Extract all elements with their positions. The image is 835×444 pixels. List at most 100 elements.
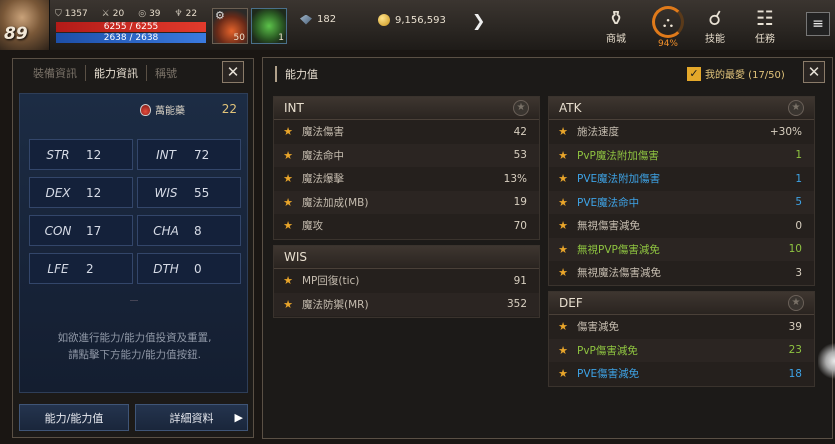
backpack-icon: ⛬ <box>652 6 684 38</box>
hud-stat-1: ⛉ 1357 <box>55 9 88 19</box>
stat-row: ★ 無視PVP傷害減免 10 <box>549 237 814 261</box>
hud-stat-4: ♆ 22 <box>174 9 198 19</box>
inventory-button[interactable]: ⛬ 94% <box>645 6 691 49</box>
tab-title[interactable]: 稱號 <box>146 64 185 81</box>
details-button[interactable]: 詳細資料 ▶ <box>135 404 248 431</box>
close-right-panel-button[interactable]: ✕ <box>803 61 825 83</box>
inventory-percent: 94% <box>657 39 678 49</box>
favorites-toggle[interactable]: ✓ 我的最愛 (17/50) <box>687 66 785 81</box>
mp-bar: 2638 / 2638 <box>56 33 206 43</box>
stat-con: CON 17 <box>29 215 133 246</box>
chevron-right-icon[interactable]: ❯ <box>472 11 485 30</box>
sword-icon: ⚔ <box>101 9 110 19</box>
star-icon[interactable]: ★ <box>549 149 577 162</box>
tab-ability-info[interactable]: 能力資訊 <box>85 64 146 81</box>
gem-currency: 182 <box>300 14 336 25</box>
hud-stat-2: ⚔ 20 <box>101 9 125 19</box>
stat-row: ★ 傷害減免 39 <box>549 315 814 339</box>
trophy-icon: ♆ <box>174 9 183 19</box>
hud-stat-3: ◎ 39 <box>138 9 161 19</box>
stat-row: ★ MP回復(tic) 91 <box>274 269 539 293</box>
scroll-icon: ☷ <box>756 6 774 30</box>
gold-currency: 9,156,593 <box>378 14 446 26</box>
hamburger-menu-icon[interactable]: ≡ <box>806 12 830 36</box>
hp-bar: 6255 / 6255 <box>56 22 206 32</box>
star-icon[interactable]: ★ <box>513 100 529 116</box>
stat-box: 萬能藥 22 STR 12 INT 72 DEX 12 WIS 55 CON 17 CHA… <box>19 93 248 393</box>
stat-row: ★ 魔攻 70 <box>274 214 539 238</box>
tab-equipment-info[interactable]: 裝備資訊 <box>13 65 85 81</box>
hud-stats: ⛉ 1357 ⚔ 20 ◎ 39 ♆ 22 <box>55 9 197 19</box>
section-header: WIS <box>274 246 539 269</box>
stat-int: INT 72 <box>137 139 241 170</box>
shop-button[interactable]: ⚱ 商城 <box>593 6 639 45</box>
gem-icon <box>300 14 312 25</box>
star-icon[interactable]: ★ <box>549 219 577 232</box>
star-icon[interactable]: ★ <box>274 125 302 138</box>
star-icon[interactable]: ★ <box>274 149 302 162</box>
stat-row: ★ 魔法防禦(MR) 352 <box>274 292 539 316</box>
star-icon[interactable]: ★ <box>274 298 302 311</box>
checkbox-icon[interactable]: ✓ <box>687 66 701 81</box>
star-icon[interactable]: ★ <box>788 100 804 116</box>
star-icon[interactable]: ★ <box>788 295 804 311</box>
stat-row: ★ PVE魔法命中 5 <box>549 190 814 214</box>
stat-row: ★ PvP魔法附加傷害 1 <box>549 143 814 167</box>
section-header: ATK ★ <box>549 97 814 120</box>
def-section: DEF ★ ★ 傷害減免 39 ★ PvP傷害減免 23 ★ PVE傷害減免 18 <box>548 291 815 387</box>
side-tab-handle[interactable] <box>818 336 835 386</box>
gear-icon[interactable]: ⚙ <box>215 9 225 22</box>
flask-icon <box>140 103 151 116</box>
character-info-panel: 裝備資訊 能力資訊 稱號 萬能藥 22 STR 12 INT 72 DEX 12 WI… <box>12 58 254 438</box>
coin-icon <box>378 14 390 26</box>
star-icon[interactable]: ★ <box>549 243 577 256</box>
play-arrow-icon: ▶ <box>234 411 243 424</box>
slot-count: 50 <box>233 33 245 43</box>
slot-count: 1 <box>278 33 284 43</box>
star-icon[interactable]: ★ <box>549 367 577 380</box>
star-icon[interactable]: ★ <box>274 219 302 232</box>
star-icon[interactable]: ★ <box>274 196 302 209</box>
close-left-panel-button[interactable]: ✕ <box>222 61 244 83</box>
panel-title: 能力值 <box>275 66 318 82</box>
stat-row: ★ PVE魔法附加傷害 1 <box>549 167 814 191</box>
potion-quick-slot[interactable]: ⚙ 50 <box>212 8 248 44</box>
star-icon[interactable]: ★ <box>274 274 302 287</box>
atk-section: ATK ★ ★ 施法速度 +30% ★ PvP魔法附加傷害 1 ★ PVE魔法附加傷害 1 … <box>548 96 815 286</box>
star-icon[interactable]: ★ <box>549 196 577 209</box>
elixir-label: 萬能藥 <box>140 102 185 117</box>
stat-lfe: LFE 2 <box>29 253 133 284</box>
stat-row: ★ 魔法加成(MB) 19 <box>274 190 539 214</box>
star-icon[interactable]: ★ <box>549 266 577 279</box>
herb-quick-slot[interactable]: 1 <box>251 8 287 44</box>
stat-dth: DTH 0 <box>137 253 241 284</box>
stat-row: ★ 無視魔法傷害減免 3 <box>549 261 814 285</box>
stat-cha: CHA 8 <box>137 215 241 246</box>
top-hud: 89 ⛉ 1357 ⚔ 20 ◎ 39 ♆ 22 6255 / 6255 2638 / … <box>0 0 835 50</box>
star-icon[interactable]: ★ <box>549 320 577 333</box>
stat-row: ★ PVE傷害減免 18 <box>549 362 814 386</box>
stat-row: ★ 魔法命中 53 <box>274 143 539 167</box>
stat-row: ★ 魔法爆擊 13% <box>274 167 539 191</box>
star-icon[interactable]: ★ <box>549 344 577 357</box>
divider <box>130 300 138 301</box>
int-section: INT ★ ★ 魔法傷害 42 ★ 魔法命中 53 ★ 魔法爆擊 13% ★ 魔法加成(MB)… <box>273 96 540 240</box>
stat-row: ★ 魔法傷害 42 <box>274 120 539 144</box>
stat-str: STR 12 <box>29 139 133 170</box>
star-icon[interactable]: ★ <box>274 172 302 185</box>
shield-icon: ⛉ <box>55 9 62 19</box>
stat-row: ★ 施法速度 +30% <box>549 120 814 144</box>
skill-icon: ☌ <box>708 6 722 30</box>
star-icon[interactable]: ★ <box>549 172 577 185</box>
money-bag-icon: ⚱ <box>607 6 625 30</box>
info-tabs: 裝備資訊 能力資訊 稱號 <box>13 59 255 86</box>
stat-wis: WIS 55 <box>137 177 241 208</box>
skill-button[interactable]: ☌ 技能 <box>692 6 738 45</box>
star-icon[interactable]: ★ <box>549 125 577 138</box>
quest-button[interactable]: ☷ 任務 <box>742 6 788 45</box>
stat-row: ★ PvP傷害減免 23 <box>549 338 814 362</box>
ring-icon: ◎ <box>138 9 147 19</box>
section-header: DEF ★ <box>549 292 814 315</box>
ability-stats-button[interactable]: 能力/能力值 <box>19 404 129 431</box>
stat-row: ★ 無視傷害減免 0 <box>549 214 814 238</box>
